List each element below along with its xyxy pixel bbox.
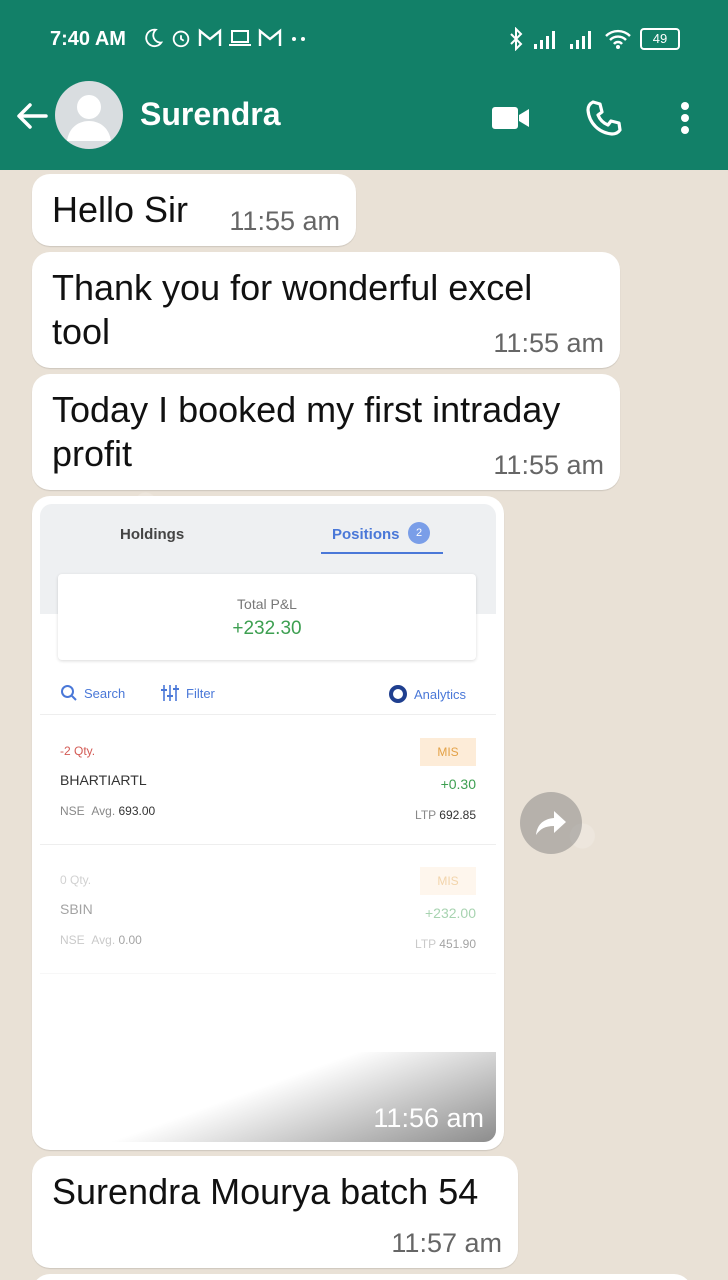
positions-count-badge: 2 xyxy=(408,522,430,544)
more-dots-icon xyxy=(292,37,305,41)
position-row: -2 Qty. BHARTIARTL NSE Avg. 693.00 MIS +… xyxy=(40,716,496,845)
positions-toolbar: Search Filter Analytics xyxy=(40,674,496,715)
wifi-icon xyxy=(605,29,631,49)
position-pnl: +0.30 xyxy=(440,776,476,792)
message-time: 11:55 am xyxy=(493,450,604,480)
search-tool: Search xyxy=(60,684,125,702)
product-badge: MIS xyxy=(420,738,476,766)
position-qty: 0 Qty. xyxy=(60,873,92,887)
message-time: 11:55 am xyxy=(493,328,604,358)
signal-icon xyxy=(534,31,555,49)
shared-screenshot[interactable]: Holdings Positions 2 Total P&L +232.30 S… xyxy=(40,504,496,1142)
image-message[interactable]: Holdings Positions 2 Total P&L +232.30 S… xyxy=(32,496,504,1150)
signal-icon xyxy=(570,31,591,49)
search-label: Search xyxy=(84,685,126,701)
filter-tool: Filter xyxy=(160,684,215,702)
position-avg: NSE Avg. 693.00 xyxy=(60,804,156,818)
status-bar: 7:40 AM 49 xyxy=(0,0,728,78)
position-row: 0 Qty. SBIN NSE Avg. 0.00 MIS +232.00 LT… xyxy=(40,845,496,974)
product-badge: MIS xyxy=(420,867,476,895)
tab-positions: Positions xyxy=(332,526,400,543)
search-icon xyxy=(61,685,77,701)
message-time: 11:56 am xyxy=(373,1103,484,1133)
avatar[interactable] xyxy=(55,81,123,149)
contact-name[interactable]: Surendra xyxy=(140,96,280,133)
position-symbol: SBIN xyxy=(60,901,93,917)
gmail-icon xyxy=(258,28,282,46)
chat-header: Surendra xyxy=(0,78,728,170)
message-bubble[interactable]: Surendra Mourya batch 54 11:57 am xyxy=(32,1156,518,1268)
forward-icon xyxy=(536,811,566,835)
total-pl-value: +232.30 xyxy=(232,618,302,639)
message-bubble[interactable]: Thank you for wonderful excel tool 11:55… xyxy=(32,252,620,368)
position-symbol: BHARTIARTL xyxy=(60,772,147,788)
analytics-label: Analytics xyxy=(414,686,467,702)
position-ltp: LTP 451.90 xyxy=(415,937,476,951)
back-arrow-icon[interactable] xyxy=(14,98,50,134)
position-pnl: +232.00 xyxy=(425,905,476,921)
alarm-icon xyxy=(172,30,190,48)
chat-area[interactable]: Hello Sir 11:55 am Thank you for wonderf… xyxy=(0,170,728,1280)
voice-call-icon[interactable] xyxy=(584,98,624,138)
message-time: 11:57 am xyxy=(391,1228,502,1258)
analytics-tool: Analytics xyxy=(388,684,466,704)
message-text: Hello Sir xyxy=(52,189,189,230)
filter-label: Filter xyxy=(186,685,215,701)
forward-button[interactable] xyxy=(520,792,582,854)
message-bubble[interactable] xyxy=(32,1274,692,1280)
more-options-icon[interactable] xyxy=(670,98,700,138)
analytics-icon xyxy=(389,685,407,703)
status-time: 7:40 AM xyxy=(50,28,126,50)
position-avg: NSE Avg. 0.00 xyxy=(60,933,142,947)
message-time: 11:55 am xyxy=(229,206,340,236)
video-call-icon[interactable] xyxy=(490,98,532,138)
tab-underline xyxy=(321,552,443,554)
battery-icon: 49 xyxy=(640,28,680,50)
message-text: Surendra Mourya batch 54 xyxy=(52,1171,479,1212)
bluetooth-icon xyxy=(510,27,523,51)
total-pl-card: Total P&L +232.30 xyxy=(58,574,476,660)
position-qty: -2 Qty. xyxy=(60,744,96,758)
filter-icon xyxy=(161,685,179,701)
battery-level: 49 xyxy=(652,31,668,46)
moon-icon xyxy=(145,28,164,48)
total-pl-label: Total P&L xyxy=(237,596,297,612)
gmail-icon xyxy=(198,28,222,46)
position-ltp: LTP 692.85 xyxy=(415,808,476,822)
laptop-icon xyxy=(229,30,251,46)
message-bubble[interactable]: Today I booked my first intraday profit … xyxy=(32,374,620,490)
message-bubble[interactable]: Hello Sir 11:55 am xyxy=(32,174,356,246)
tab-holdings: Holdings xyxy=(120,526,185,543)
